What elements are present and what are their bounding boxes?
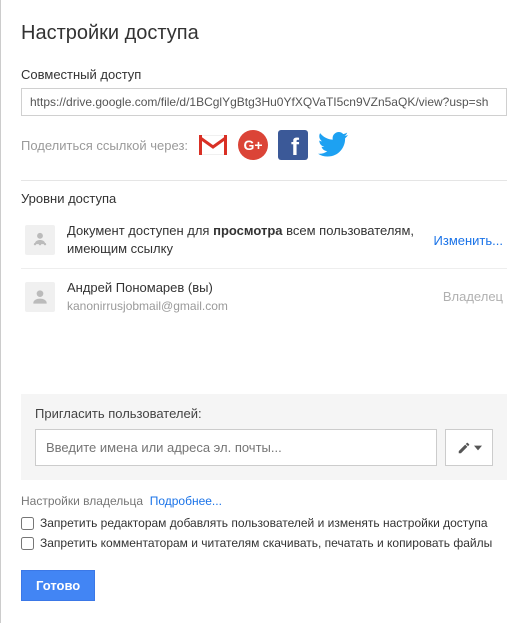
google-plus-icon[interactable]: G+: [238, 130, 268, 160]
svg-text:f: f: [291, 134, 300, 160]
restrict-editors-checkbox[interactable]: [21, 517, 34, 530]
owner-settings-row: Настройки владельца Подробнее...: [21, 494, 507, 508]
share-via-label: Поделиться ссылкой через:: [21, 138, 188, 153]
invite-title: Пригласить пользователей:: [35, 406, 493, 421]
access-row-owner: Андрей Пономарев (вы) kanonirrusjobmail@…: [21, 269, 507, 324]
twitter-icon[interactable]: [318, 130, 348, 160]
link-access-icon: [25, 225, 55, 255]
restrict-download-row[interactable]: Запретить комментаторам и читателям скач…: [21, 536, 507, 552]
restrict-editors-label: Запретить редакторам добавлять пользоват…: [40, 516, 488, 532]
invite-input[interactable]: [35, 429, 437, 466]
share-via-row: Поделиться ссылкой через: G+ f: [21, 130, 507, 160]
gmail-icon[interactable]: [198, 130, 228, 160]
shared-link-label: Совместный доступ: [21, 67, 507, 82]
restrict-download-label: Запретить комментаторам и читателям скач…: [40, 536, 492, 552]
access-prefix: Документ доступен для: [67, 223, 213, 238]
owner-name: Андрей Пономарев (вы): [67, 279, 431, 297]
access-levels-label: Уровни доступа: [21, 191, 507, 206]
chevron-down-icon: [474, 444, 482, 452]
svg-text:G+: G+: [243, 137, 262, 153]
restrict-download-checkbox[interactable]: [21, 537, 34, 550]
user-avatar-icon: [25, 282, 55, 312]
access-mode: просмотра: [213, 223, 282, 238]
share-url-input[interactable]: [21, 88, 507, 116]
divider: [21, 180, 507, 181]
access-text: Документ доступен для просмотра всем пол…: [67, 222, 422, 258]
owner-role: Владелец: [443, 289, 503, 304]
restrict-editors-row[interactable]: Запретить редакторам добавлять пользоват…: [21, 516, 507, 532]
pencil-icon: [457, 441, 471, 455]
owner-text: Андрей Пономарев (вы) kanonirrusjobmail@…: [67, 279, 431, 314]
owner-settings-label: Настройки владельца: [21, 494, 143, 508]
facebook-icon[interactable]: f: [278, 130, 308, 160]
owner-email: kanonirrusjobmail@gmail.com: [67, 298, 431, 315]
dialog-title: Настройки доступа: [21, 22, 507, 45]
invite-block: Пригласить пользователей:: [21, 394, 507, 480]
change-access-link[interactable]: Изменить...: [434, 233, 503, 248]
access-row-anyone: Документ доступен для просмотра всем пол…: [21, 212, 507, 269]
access-list: Документ доступен для просмотра всем пол…: [21, 212, 507, 324]
owner-settings-more-link[interactable]: Подробнее...: [150, 494, 222, 508]
invite-permission-dropdown[interactable]: [445, 429, 493, 466]
share-dialog: Настройки доступа Совместный доступ Поде…: [1, 0, 527, 621]
done-button[interactable]: Готово: [21, 570, 95, 601]
